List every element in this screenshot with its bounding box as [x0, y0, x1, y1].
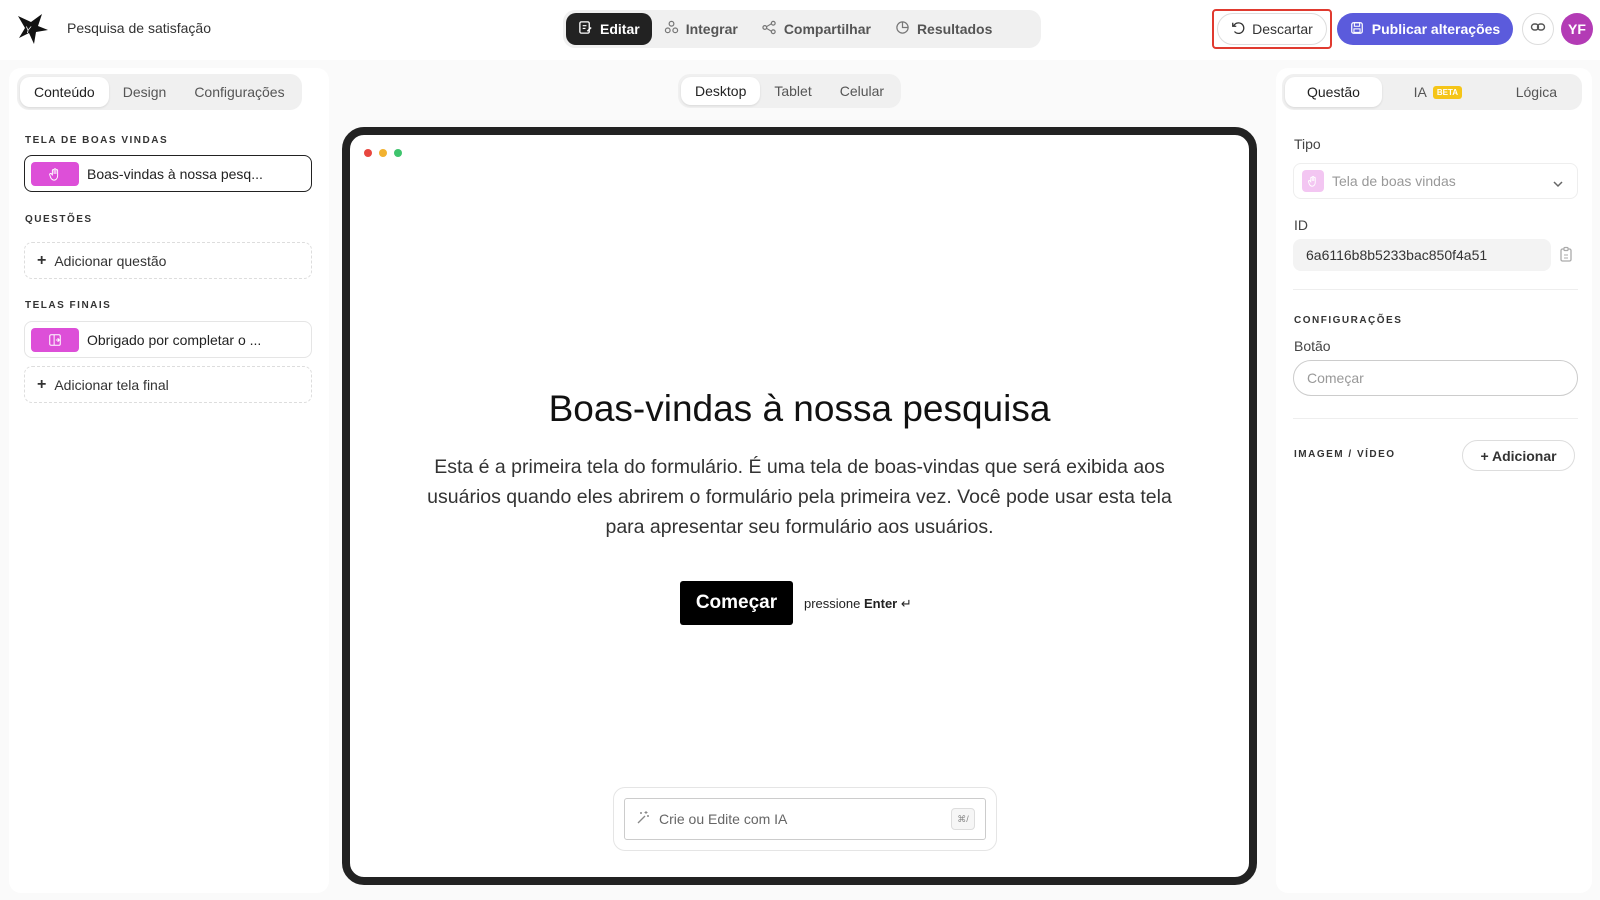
exit-screen-icon — [31, 327, 79, 352]
nav-results-label: Resultados — [916, 21, 993, 37]
welcome-item-label: Boas-vindas à nossa pesq... — [87, 165, 263, 182]
press-prefix: pressione — [804, 596, 861, 611]
button-label: Botão — [1294, 338, 1331, 354]
settings-section-label: CONFIGURAÇÕES — [1294, 315, 1403, 326]
tab-ai[interactable]: IA BETA — [1392, 77, 1484, 107]
id-field[interactable]: 6a6116b8b5233bac850f4a51 — [1293, 239, 1551, 271]
add-media-button[interactable]: + Adicionar — [1462, 440, 1575, 471]
tab-content[interactable]: Conteúdo — [20, 77, 109, 107]
id-label: ID — [1294, 217, 1308, 233]
welcome-title: Boas-vindas à nossa pesquisa — [548, 388, 1051, 429]
end-screens-section-label: TELAS FINAIS — [25, 300, 112, 311]
sparkle-wand-icon — [635, 810, 651, 829]
tab-settings[interactable]: Configurações — [180, 77, 298, 107]
welcome-section-label: TELA DE BOAS VINDAS — [25, 135, 169, 146]
nav-integrate[interactable]: Integrar — [652, 13, 750, 45]
nav-share[interactable]: Compartilhar — [750, 13, 883, 45]
main-nav: Editar Integrar Compartilhar Resultados — [563, 10, 1041, 48]
preview-area: Desktop Tablet Celular Boas-vindas à nos… — [336, 68, 1257, 893]
end-item-label: Obrigado por completar o ... — [87, 331, 262, 348]
user-avatar[interactable]: YF — [1561, 13, 1593, 45]
type-label: Tipo — [1294, 136, 1321, 152]
ai-prompt-input[interactable]: Crie ou Edite com IA ⌘/ — [624, 798, 986, 840]
maximize-dot — [394, 149, 402, 157]
preview-frame: Boas-vindas à nossa pesquisa Esta é a pr… — [342, 127, 1257, 885]
share-icon — [762, 20, 777, 38]
copy-link-button[interactable] — [1522, 13, 1554, 45]
discard-button-highlight: Descartar — [1212, 9, 1332, 49]
tab-design[interactable]: Design — [109, 77, 181, 107]
top-bar: Y Pesquisa de satisfação Editar Integrar… — [0, 0, 1600, 60]
svg-text:Y: Y — [25, 25, 32, 35]
divider — [1293, 289, 1578, 290]
tab-desktop[interactable]: Desktop — [681, 77, 761, 105]
left-tabs: Conteúdo Design Configurações — [17, 74, 302, 110]
results-icon — [895, 20, 910, 38]
nav-edit[interactable]: Editar — [566, 13, 652, 45]
plus-icon: + — [37, 251, 47, 269]
integrate-icon — [664, 20, 679, 38]
link-icon — [1530, 19, 1546, 40]
add-end-screen-label: Adicionar tela final — [54, 376, 169, 393]
right-panel: Questão IA BETA Lógica Tipo Tela de boas… — [1276, 68, 1592, 893]
tab-tablet[interactable]: Tablet — [760, 77, 825, 105]
button-text-input[interactable]: Começar — [1293, 360, 1578, 396]
ai-placeholder: Crie ou Edite com IA — [659, 811, 788, 827]
edit-icon — [578, 20, 593, 38]
close-dot — [364, 149, 372, 157]
window-dots — [364, 149, 402, 157]
nav-share-label: Compartilhar — [783, 21, 871, 37]
divider — [1293, 418, 1578, 419]
beta-badge: BETA — [1432, 85, 1463, 99]
save-icon — [1350, 21, 1364, 38]
discard-label: Descartar — [1252, 21, 1313, 37]
chevron-down-icon — [1553, 176, 1563, 188]
enter-icon: ↵ — [900, 596, 912, 611]
undo-icon — [1231, 21, 1245, 38]
ai-prompt-container: Crie ou Edite com IA ⌘/ — [613, 787, 997, 851]
tab-mobile[interactable]: Celular — [826, 77, 898, 105]
start-button[interactable]: Começar — [680, 581, 793, 625]
app-logo[interactable]: Y — [16, 12, 50, 46]
publish-label: Publicar alterações — [1371, 21, 1501, 37]
doc-title[interactable]: Pesquisa de satisfação — [67, 20, 211, 36]
right-tabs: Questão IA BETA Lógica — [1282, 74, 1582, 110]
plus-icon: + — [37, 375, 47, 393]
device-tabs: Desktop Tablet Celular — [678, 74, 902, 108]
shortcut-key: ⌘/ — [951, 808, 975, 830]
press-key: Enter — [864, 596, 898, 611]
type-value: Tela de boas vindas — [1332, 173, 1456, 189]
welcome-description: Esta é a primeira tela do formulário. É … — [427, 456, 1172, 538]
tab-logic[interactable]: Lógica — [1494, 77, 1579, 107]
end-screen-item[interactable]: Obrigado por completar o ... — [24, 321, 312, 358]
minimize-dot — [379, 149, 387, 157]
add-question-button[interactable]: + Adicionar questão — [24, 242, 312, 279]
discard-button[interactable]: Descartar — [1217, 13, 1327, 45]
welcome-screen-item[interactable]: Boas-vindas à nossa pesq... — [24, 155, 312, 192]
publish-button[interactable]: Publicar alterações — [1337, 13, 1513, 45]
type-select[interactable]: Tela de boas vindas — [1293, 163, 1578, 199]
press-enter-hint: pressione Enter ↵ — [804, 596, 912, 612]
questions-section-label: QUESTÕES — [25, 214, 93, 225]
add-end-screen-button[interactable]: + Adicionar tela final — [24, 366, 312, 403]
hand-icon — [31, 161, 79, 186]
nav-results[interactable]: Resultados — [883, 13, 1004, 45]
tab-question[interactable]: Questão — [1285, 77, 1382, 107]
tab-ai-label: IA — [1413, 84, 1427, 100]
hand-icon — [1302, 170, 1324, 192]
nav-integrate-label: Integrar — [685, 21, 738, 37]
add-question-label: Adicionar questão — [54, 252, 167, 269]
left-panel: Conteúdo Design Configurações TELA DE BO… — [9, 68, 329, 893]
media-section-label: IMAGEM / VÍDEO — [1294, 449, 1396, 460]
nav-edit-label: Editar — [600, 21, 640, 37]
clipboard-icon[interactable] — [1558, 246, 1576, 264]
